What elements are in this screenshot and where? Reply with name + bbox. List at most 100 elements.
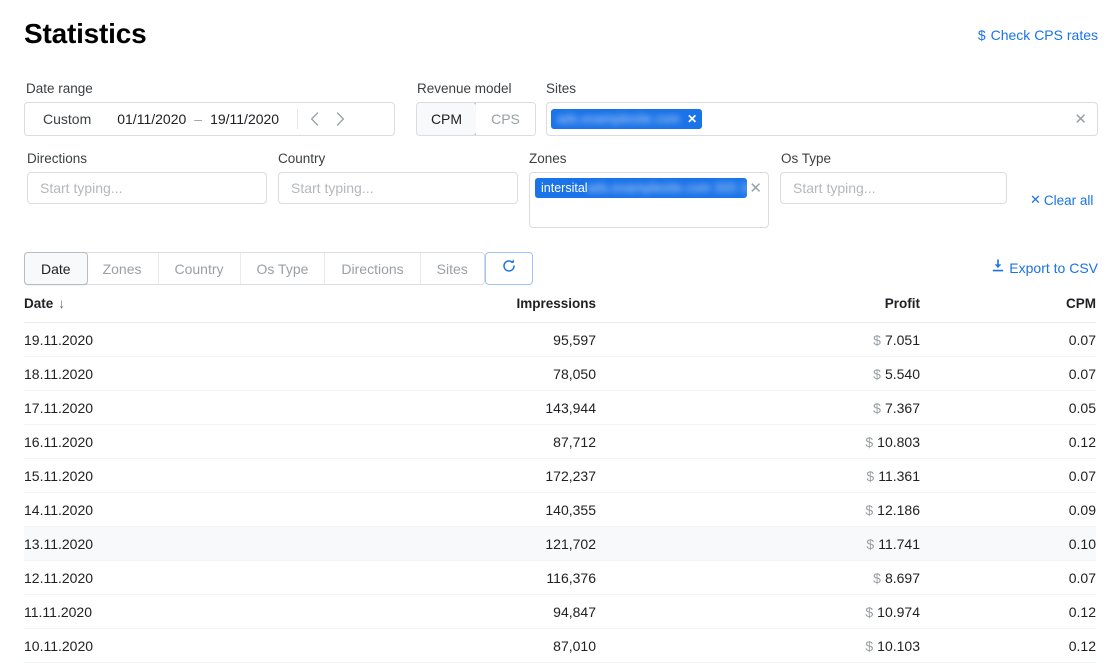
cell-cpm: 0.07 [920, 323, 1096, 357]
check-cps-rates-label: Check CPS rates [991, 27, 1098, 43]
sites-chip-label: ads.examplesite.com [557, 112, 680, 126]
zones-field[interactable]: intersital ads.examplesite.com 333 16 bn… [529, 172, 769, 228]
column-header-impressions[interactable]: Impressions [324, 296, 596, 323]
cell-profit: $10.974 [596, 595, 920, 629]
cell-impressions: 121,702 [324, 527, 596, 561]
cell-cpm: 0.12 [920, 425, 1096, 459]
tab-date[interactable]: Date [24, 252, 88, 285]
export-to-csv-button[interactable]: Export to CSV [992, 259, 1098, 276]
cell-profit: $10.803 [596, 425, 920, 459]
check-cps-rates-link[interactable]: $ Check CPS rates [978, 27, 1098, 43]
close-icon[interactable]: ✕ [687, 113, 697, 125]
cell-date: 17.11.2020 [24, 391, 324, 425]
sites-label: Sites [546, 81, 576, 96]
table-row[interactable]: 18.11.202078,050$5.5400.07 [24, 357, 1096, 391]
os-type-field[interactable]: Start typing... [780, 172, 1007, 204]
cell-cpm: 0.07 [920, 459, 1096, 493]
os-type-placeholder: Start typing... [781, 180, 875, 196]
date-range-dash: – [194, 111, 202, 127]
zones-chip-redacted: ads.examplesite.com 333 16 bn [588, 181, 748, 195]
cell-date: 13.11.2020 [24, 527, 324, 561]
table-row[interactable]: 13.11.2020121,702$11.7410.10 [24, 527, 1096, 561]
clear-all-button[interactable]: ✕ Clear all [1030, 192, 1093, 208]
cell-profit: $7.051 [596, 323, 920, 357]
tab-sites[interactable]: Sites [421, 253, 484, 284]
date-range-values: 01/11/2020 – 19/11/2020 [117, 111, 279, 127]
sites-chip[interactable]: ads.examplesite.com ✕ [551, 109, 702, 129]
cell-impressions: 94,847 [324, 595, 596, 629]
country-placeholder: Start typing... [279, 180, 373, 196]
date-range-end[interactable]: 19/11/2020 [210, 111, 279, 127]
cell-impressions: 140,355 [324, 493, 596, 527]
chevron-left-icon[interactable] [302, 106, 326, 132]
date-range-preset: Custom [25, 111, 91, 127]
cell-impressions: 87,712 [324, 425, 596, 459]
cell-impressions: 78,050 [324, 357, 596, 391]
cell-date: 14.11.2020 [24, 493, 324, 527]
tab-directions[interactable]: Directions [325, 253, 420, 284]
table-row[interactable]: 10.11.202087,010$10.1030.12 [24, 629, 1096, 663]
zones-clear-icon[interactable]: ✕ [747, 181, 764, 196]
date-range-field[interactable]: Custom 01/11/2020 – 19/11/2020 [24, 102, 395, 136]
cell-impressions: 87,010 [324, 629, 596, 663]
currency-symbol: $ [866, 468, 874, 484]
zones-label: Zones [529, 151, 567, 166]
cell-profit: $10.103 [596, 629, 920, 663]
country-field[interactable]: Start typing... [278, 172, 518, 204]
date-range-start[interactable]: 01/11/2020 [117, 111, 186, 127]
revenue-model-option-cps[interactable]: CPS [476, 103, 535, 135]
table-body: 19.11.202095,597$7.0510.0718.11.202078,0… [24, 323, 1096, 663]
refresh-button[interactable] [485, 252, 533, 285]
refresh-icon [501, 258, 517, 279]
table-row[interactable]: 15.11.2020172,237$11.3610.07 [24, 459, 1096, 493]
chevron-right-icon[interactable] [328, 106, 352, 132]
column-header-cpm[interactable]: CPM [920, 296, 1096, 323]
currency-symbol: $ [865, 502, 873, 518]
cell-impressions: 172,237 [324, 459, 596, 493]
date-range-divider [297, 109, 298, 129]
tab-zones[interactable]: Zones [87, 253, 159, 284]
cell-cpm: 0.07 [920, 561, 1096, 595]
export-to-csv-label: Export to CSV [1009, 260, 1098, 276]
cell-impressions: 95,597 [324, 323, 596, 357]
zones-chip[interactable]: intersital ads.examplesite.com 333 16 bn… [535, 178, 747, 198]
currency-symbol: $ [873, 400, 881, 416]
group-by-tabs: Date Zones Country Os Type Directions Si… [24, 252, 485, 285]
cell-cpm: 0.12 [920, 595, 1096, 629]
currency-symbol: $ [873, 570, 881, 586]
download-icon [992, 259, 1004, 276]
cell-date: 18.11.2020 [24, 357, 324, 391]
cell-date: 10.11.2020 [24, 629, 324, 663]
column-header-date-label: Date [24, 296, 53, 311]
column-header-date[interactable]: Date↓ [24, 296, 324, 323]
currency-symbol: $ [865, 604, 873, 620]
table-row[interactable]: 19.11.202095,597$7.0510.07 [24, 323, 1096, 357]
sites-field[interactable]: ads.examplesite.com ✕ ✕ [546, 102, 1098, 136]
cell-impressions: 116,376 [324, 561, 596, 595]
cell-profit: $7.367 [596, 391, 920, 425]
cell-profit: $11.361 [596, 459, 920, 493]
date-range-label: Date range [26, 81, 93, 96]
table-row[interactable]: 17.11.2020143,944$7.3670.05 [24, 391, 1096, 425]
sites-clear-icon[interactable]: ✕ [1072, 112, 1089, 127]
statistics-table: Date↓ Impressions Profit CPM 19.11.20209… [24, 296, 1096, 663]
currency-symbol: $ [866, 536, 874, 552]
directions-field[interactable]: Start typing... [27, 172, 267, 204]
currency-symbol: $ [865, 638, 873, 654]
tab-os-type[interactable]: Os Type [241, 253, 326, 284]
revenue-model-option-cpm[interactable]: CPM [416, 102, 477, 136]
table-row[interactable]: 11.11.202094,847$10.9740.12 [24, 595, 1096, 629]
cell-cpm: 0.10 [920, 527, 1096, 561]
country-label: Country [278, 151, 325, 166]
zones-chip-label: intersital [541, 181, 588, 195]
revenue-model-label: Revenue model [417, 81, 512, 96]
table-row[interactable]: 12.11.2020116,376$8.6970.07 [24, 561, 1096, 595]
tab-country[interactable]: Country [159, 253, 241, 284]
currency-symbol: $ [873, 332, 881, 348]
revenue-model-group: CPM CPS [416, 102, 536, 136]
cell-date: 15.11.2020 [24, 459, 324, 493]
currency-symbol: $ [865, 434, 873, 450]
column-header-profit[interactable]: Profit [596, 296, 920, 323]
table-row[interactable]: 16.11.202087,712$10.8030.12 [24, 425, 1096, 459]
table-row[interactable]: 14.11.2020140,355$12.1860.09 [24, 493, 1096, 527]
